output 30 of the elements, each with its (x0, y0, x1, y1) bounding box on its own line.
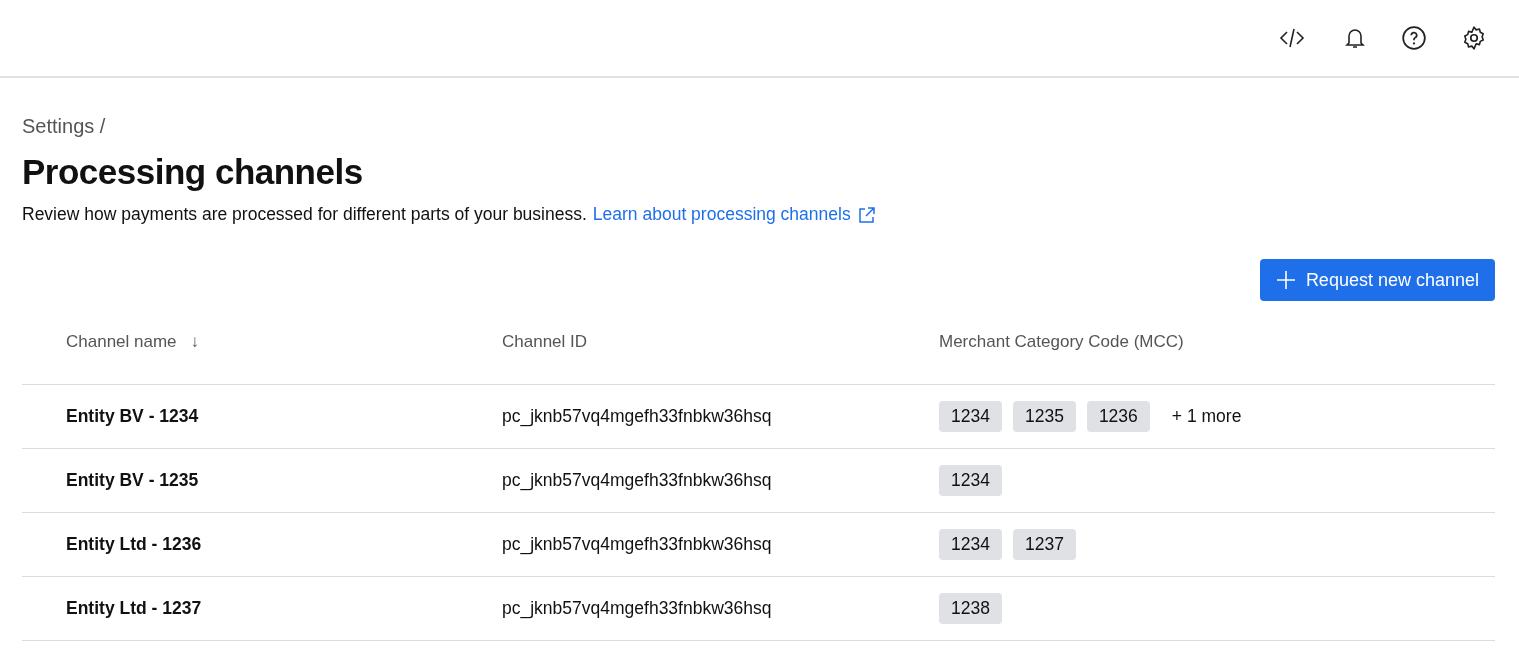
mcc-tag: 1235 (1012, 401, 1076, 432)
mcc-tag: 1236 (1086, 401, 1150, 432)
column-header[interactable]: Merchant Category Code (MCC) (939, 332, 1184, 352)
channel-name: Entity Ltd - 1237 (66, 598, 202, 618)
channel-name: Entity Ltd - 1236 (66, 534, 202, 554)
column-header[interactable]: Channel name (66, 332, 177, 352)
mcc-tag: 1234 (939, 465, 1002, 496)
page-description: Review how payments are processed for different parts of your business. (22, 204, 587, 225)
settings-icon[interactable] (1461, 25, 1487, 51)
sort-indicator[interactable]: ↓ (190, 332, 200, 352)
column-header[interactable]: Channel ID (502, 332, 588, 352)
mcc-tag: 1238 (939, 593, 1002, 624)
request-new-channel-button[interactable]: Request new channel (1259, 259, 1495, 301)
mcc-tag: 1234 (939, 401, 1002, 432)
notification-bell-icon[interactable] (1343, 26, 1367, 50)
mcc-tag: 1237 (1012, 529, 1076, 560)
channel-id: pc_jknb57vq4mgefh33fnbkw36hsq (502, 534, 772, 554)
channel-id: pc_jknb57vq4mgefh33fnbkw36hsq (502, 470, 772, 490)
channel-id: pc_jknb57vq4mgefh33fnbkw36hsq (502, 406, 772, 426)
breadcrumb-link[interactable]: Settings / (22, 115, 106, 138)
page-title: Processing channels (22, 152, 364, 192)
plus-icon (1275, 270, 1296, 290)
learn-link[interactable]: Learn about processing channels (592, 204, 851, 225)
mcc-tag: 1234 (939, 529, 1002, 560)
external-link-icon[interactable] (856, 204, 877, 225)
help-icon[interactable] (1401, 25, 1427, 51)
more-count: + 1 more (1171, 406, 1242, 427)
channel-id: pc_jknb57vq4mgefh33fnbkw36hsq (502, 598, 772, 618)
channel-name: Entity BV - 1235 (66, 470, 199, 490)
channel-name: Entity BV - 1234 (66, 406, 199, 426)
